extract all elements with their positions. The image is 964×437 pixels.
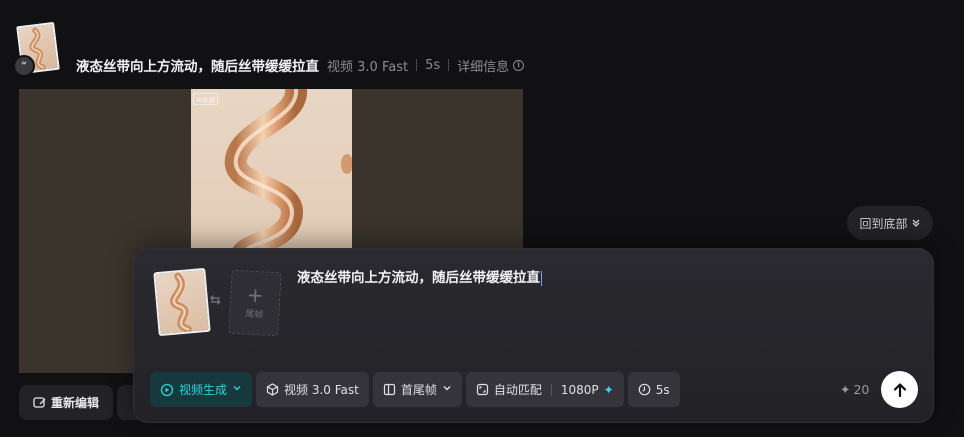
- credits-value: 20: [853, 382, 870, 397]
- back-to-bottom-button[interactable]: 回到底部: [847, 206, 933, 240]
- double-chevron-down-icon: [911, 218, 921, 228]
- quote-badge-icon: “: [13, 55, 35, 77]
- ratio-resolution-select[interactable]: 自动匹配 1080P ✦: [465, 372, 624, 407]
- plus-icon: +: [246, 282, 265, 308]
- duration-select[interactable]: 5s: [627, 372, 680, 407]
- model-label: 视频 3.0 Fast: [284, 383, 359, 397]
- ribbon-first-frame-image: [170, 272, 192, 333]
- result-title: 液态丝带向上方流动，随后丝带缓缓拉直: [76, 59, 319, 75]
- video-generate-icon: [160, 383, 174, 397]
- result-header: 液态丝带向上方流动，随后丝带缓缓拉直 视频 3.0 Fast 5s 详细信息 i: [76, 56, 525, 75]
- first-frame-image[interactable]: [153, 267, 211, 337]
- prompt-composer: ⇆ + 尾帧 液态丝带向上方流动，随后丝带缓缓拉直 视频生成 视频 3.0 Fa…: [133, 248, 934, 423]
- ratio-label: 自动匹配: [493, 383, 542, 397]
- prompt-input[interactable]: 液态丝带向上方流动，随后丝带缓缓拉直: [297, 266, 542, 286]
- mode-label: 视频生成: [179, 383, 228, 397]
- mode-select[interactable]: 视频生成: [150, 372, 253, 407]
- arrow-up-icon: [892, 382, 908, 398]
- credits-cost: ✦ 20: [840, 382, 869, 397]
- edit-icon: [33, 396, 46, 409]
- resolution-label: 1080P: [560, 382, 599, 397]
- info-icon: i: [513, 59, 525, 71]
- reedit-button[interactable]: 重新编辑: [19, 385, 113, 420]
- ai-generated-tag: AI生成: [193, 93, 219, 105]
- frame-layout-icon: [383, 383, 396, 396]
- frames-select[interactable]: 首尾帧: [372, 372, 462, 407]
- last-frame-upload[interactable]: + 尾帧: [228, 269, 282, 337]
- composer-toolbar: 视频生成 视频 3.0 Fast 首尾帧 自动匹配 1080P ✦ 5s: [150, 372, 680, 407]
- chevron-down-icon: [232, 383, 242, 396]
- chevron-down-icon: [442, 383, 452, 396]
- clock-icon: [638, 383, 651, 396]
- model-select[interactable]: 视频 3.0 Fast: [256, 372, 369, 407]
- result-duration: 5s: [425, 57, 441, 73]
- sparkle-icon: ✦: [603, 382, 614, 397]
- swap-icon[interactable]: ⇆: [210, 293, 221, 308]
- duration-label: 5s: [655, 382, 670, 397]
- text-caret: [541, 270, 542, 286]
- divider: [448, 59, 450, 71]
- prompt-text: 液态丝带向上方流动，随后丝带缓缓拉直: [297, 270, 540, 286]
- credits-sparkle-icon: ✦: [840, 382, 851, 397]
- reedit-label: 重新编辑: [50, 396, 99, 410]
- frames-label: 首尾帧: [400, 383, 437, 397]
- send-button[interactable]: [881, 371, 918, 408]
- last-frame-label: 尾帧: [245, 309, 264, 321]
- result-model: 视频 3.0 Fast: [327, 59, 409, 75]
- divider: [550, 383, 552, 396]
- cube-icon: [266, 383, 279, 396]
- divider: [416, 59, 418, 71]
- aspect-ratio-icon: [476, 383, 489, 396]
- back-to-bottom-label: 回到底部: [859, 216, 908, 231]
- details-link[interactable]: 详细信息 i: [457, 56, 525, 75]
- details-label: 详细信息: [457, 59, 510, 75]
